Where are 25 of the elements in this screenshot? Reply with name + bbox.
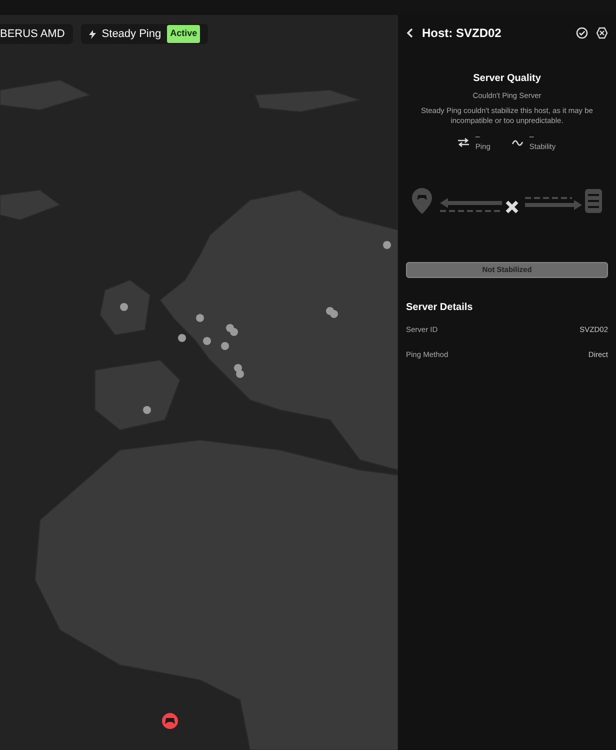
back-button[interactable] bbox=[406, 28, 414, 38]
host-title: Host: SVZD02 bbox=[422, 25, 502, 42]
feature-label[interactable]: Steady Ping bbox=[102, 26, 162, 42]
lightning-icon bbox=[88, 30, 96, 38]
swap-arrows-icon bbox=[458, 138, 470, 148]
server-dot[interactable] bbox=[143, 406, 151, 414]
server-dot[interactable] bbox=[196, 314, 204, 322]
confirm-button[interactable] bbox=[576, 27, 588, 39]
server-dot[interactable] bbox=[236, 370, 244, 378]
section-title: Server Quality bbox=[472, 72, 542, 86]
server-dot[interactable] bbox=[120, 303, 128, 311]
server-dot[interactable] bbox=[178, 334, 186, 342]
gamepad-marker-icon[interactable] bbox=[162, 713, 178, 729]
close-button[interactable] bbox=[596, 27, 608, 39]
section-title: Server Details bbox=[406, 300, 474, 314]
server-dot[interactable] bbox=[383, 241, 391, 249]
metric-value: – bbox=[529, 133, 535, 141]
status-badge: Active bbox=[167, 25, 200, 43]
server-dot[interactable] bbox=[330, 310, 338, 318]
server-dot[interactable] bbox=[203, 337, 211, 345]
device-chip[interactable]: BERUS AMD bbox=[0, 24, 73, 44]
metric-value: – bbox=[475, 133, 481, 141]
server-dot[interactable] bbox=[230, 328, 238, 336]
server-dot[interactable] bbox=[221, 342, 229, 350]
wave-icon bbox=[512, 140, 524, 146]
